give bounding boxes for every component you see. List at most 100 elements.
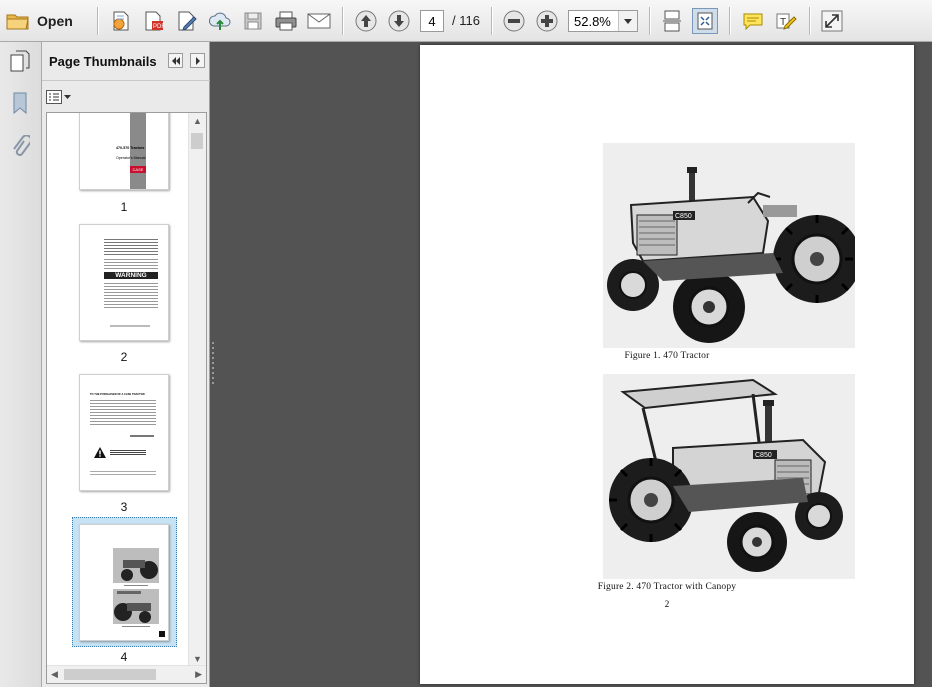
thumbnail-number: 1	[120, 200, 128, 214]
page-number: 2	[664, 599, 670, 609]
thumb-figure-2	[113, 589, 159, 624]
text-block	[104, 239, 158, 255]
toolbar-separator	[342, 7, 344, 35]
thumb-resize-handle[interactable]	[159, 631, 165, 637]
text-block	[90, 471, 156, 477]
panel-header: Page Thumbnails	[42, 42, 210, 81]
highlight-icon: T	[776, 13, 797, 30]
double-chevron-left-icon	[171, 56, 180, 65]
save-button[interactable]	[240, 8, 266, 34]
warning-triangle-icon	[94, 447, 106, 458]
cover-subtitle: Operator's Manual	[116, 156, 146, 160]
thumbnail-page-2[interactable]: WARNING	[79, 224, 169, 341]
text-block	[104, 259, 158, 269]
thumbnail-horizontal-scrollbar[interactable]: ◀ ▶	[47, 665, 206, 683]
page-number-input[interactable]	[420, 10, 444, 32]
page-thumbnails-tab[interactable]	[7, 48, 33, 74]
panel-splitter-grip[interactable]	[211, 342, 215, 388]
open-button[interactable]: Open	[6, 8, 73, 34]
thumbnail-options-button[interactable]	[46, 88, 71, 106]
text-block	[110, 450, 146, 455]
highlight-button[interactable]: T	[773, 8, 799, 34]
fullscreen-button[interactable]	[819, 8, 845, 34]
combine-files-button[interactable]: PDF	[141, 8, 167, 34]
cover-band	[130, 113, 146, 189]
zoom-value: 52.8%	[574, 14, 611, 29]
thumbnail-number: 2	[120, 350, 128, 364]
warning-label: WARNING	[104, 272, 158, 279]
create-pdf-button[interactable]	[108, 8, 134, 34]
toolbar-separator	[809, 7, 811, 35]
bookmarks-tab[interactable]	[7, 90, 33, 116]
fit-page-icon	[697, 12, 713, 30]
zoom-out-icon	[503, 10, 525, 32]
text-block	[104, 283, 158, 309]
page-total: / 116	[452, 13, 480, 28]
page-down-icon	[388, 10, 410, 32]
toolbar-separator	[97, 7, 99, 35]
hood-label: C850	[675, 213, 692, 220]
create-pdf-icon	[113, 11, 129, 31]
chevron-right-icon	[195, 56, 200, 65]
scrolling-mode-button[interactable]	[659, 8, 685, 34]
paperclip-icon	[13, 135, 30, 156]
chevron-down-icon[interactable]	[618, 11, 637, 31]
thumbnail-number: 3	[120, 500, 128, 514]
cover-title: 470-570 Tractors	[116, 146, 145, 150]
thumbnail-number: 4	[120, 650, 128, 664]
document-view[interactable]: C850 Figure 1. 470 Tractor C850 Figure 2…	[211, 42, 932, 687]
zoom-in-icon	[536, 10, 558, 32]
email-button[interactable]	[306, 8, 332, 34]
scroll-down-icon[interactable]: ▼	[193, 654, 202, 664]
scroll-up-icon[interactable]: ▲	[193, 116, 202, 126]
thumbnail-page-4[interactable]	[79, 524, 169, 641]
collapse-panel-button[interactable]	[168, 53, 183, 68]
fullscreen-icon	[821, 10, 843, 32]
next-page-button[interactable]	[386, 8, 412, 34]
expand-panel-button[interactable]	[190, 53, 205, 68]
toolbar-separator	[729, 7, 731, 35]
thumbnail-list[interactable]: CASE 470-570 Tractors Operator's Manual …	[46, 112, 207, 684]
print-button[interactable]	[273, 8, 299, 34]
folder-icon	[6, 14, 29, 30]
svg-text:PDF: PDF	[153, 24, 165, 30]
figure-1-caption: Figure 1. 470 Tractor	[624, 351, 710, 361]
thumbnail-page-3[interactable]: TO THE PURCHASER OF A CASE TRACTOR	[79, 374, 169, 491]
thumbnails-panel: Page Thumbnails CASE 470-570 Tractors Op…	[42, 42, 210, 687]
zoom-in-button[interactable]	[534, 8, 560, 34]
zoom-select[interactable]: 52.8%	[568, 10, 638, 32]
scroll-right-icon[interactable]: ▶	[195, 669, 202, 680]
print-icon	[275, 11, 297, 31]
scrollbar-thumb[interactable]	[191, 133, 203, 149]
thumbnail-page-1[interactable]: CASE 470-570 Tractors Operator's Manual	[79, 113, 169, 190]
combine-icon: PDF	[145, 11, 165, 31]
comment-button[interactable]	[740, 8, 766, 34]
attachments-tab[interactable]	[7, 134, 33, 160]
fit-page-button[interactable]	[692, 8, 718, 34]
chevron-down-icon	[64, 95, 71, 99]
thumb-heading: TO THE PURCHASER OF A CASE TRACTOR	[90, 393, 145, 396]
thumb-caption	[124, 585, 148, 586]
scrollbar-thumb[interactable]	[64, 669, 156, 680]
upload-button[interactable]	[207, 8, 233, 34]
navigation-rail	[0, 42, 42, 687]
panel-title: Page Thumbnails	[49, 54, 157, 69]
toolbar-separator	[649, 7, 651, 35]
cloud-upload-icon	[208, 12, 231, 30]
text-block	[90, 400, 156, 426]
figure-2-photo: C850	[603, 374, 855, 579]
open-label: Open	[37, 13, 73, 29]
scroll-left-icon[interactable]: ◀	[51, 669, 58, 680]
edit-pdf-button[interactable]	[174, 8, 200, 34]
options-list-icon	[46, 90, 62, 104]
pdf-page: C850 Figure 1. 470 Tractor C850 Figure 2…	[420, 45, 914, 684]
zoom-out-button[interactable]	[501, 8, 527, 34]
bookmark-icon	[13, 92, 27, 115]
brand-logo: CASE	[130, 166, 146, 173]
scroll-mode-icon	[663, 10, 681, 32]
text-block	[110, 325, 150, 327]
previous-page-button[interactable]	[353, 8, 379, 34]
page-thumbnails-icon	[10, 50, 30, 72]
thumbnail-vertical-scrollbar[interactable]: ▲ ▼	[188, 113, 206, 666]
edit-icon	[178, 11, 197, 31]
